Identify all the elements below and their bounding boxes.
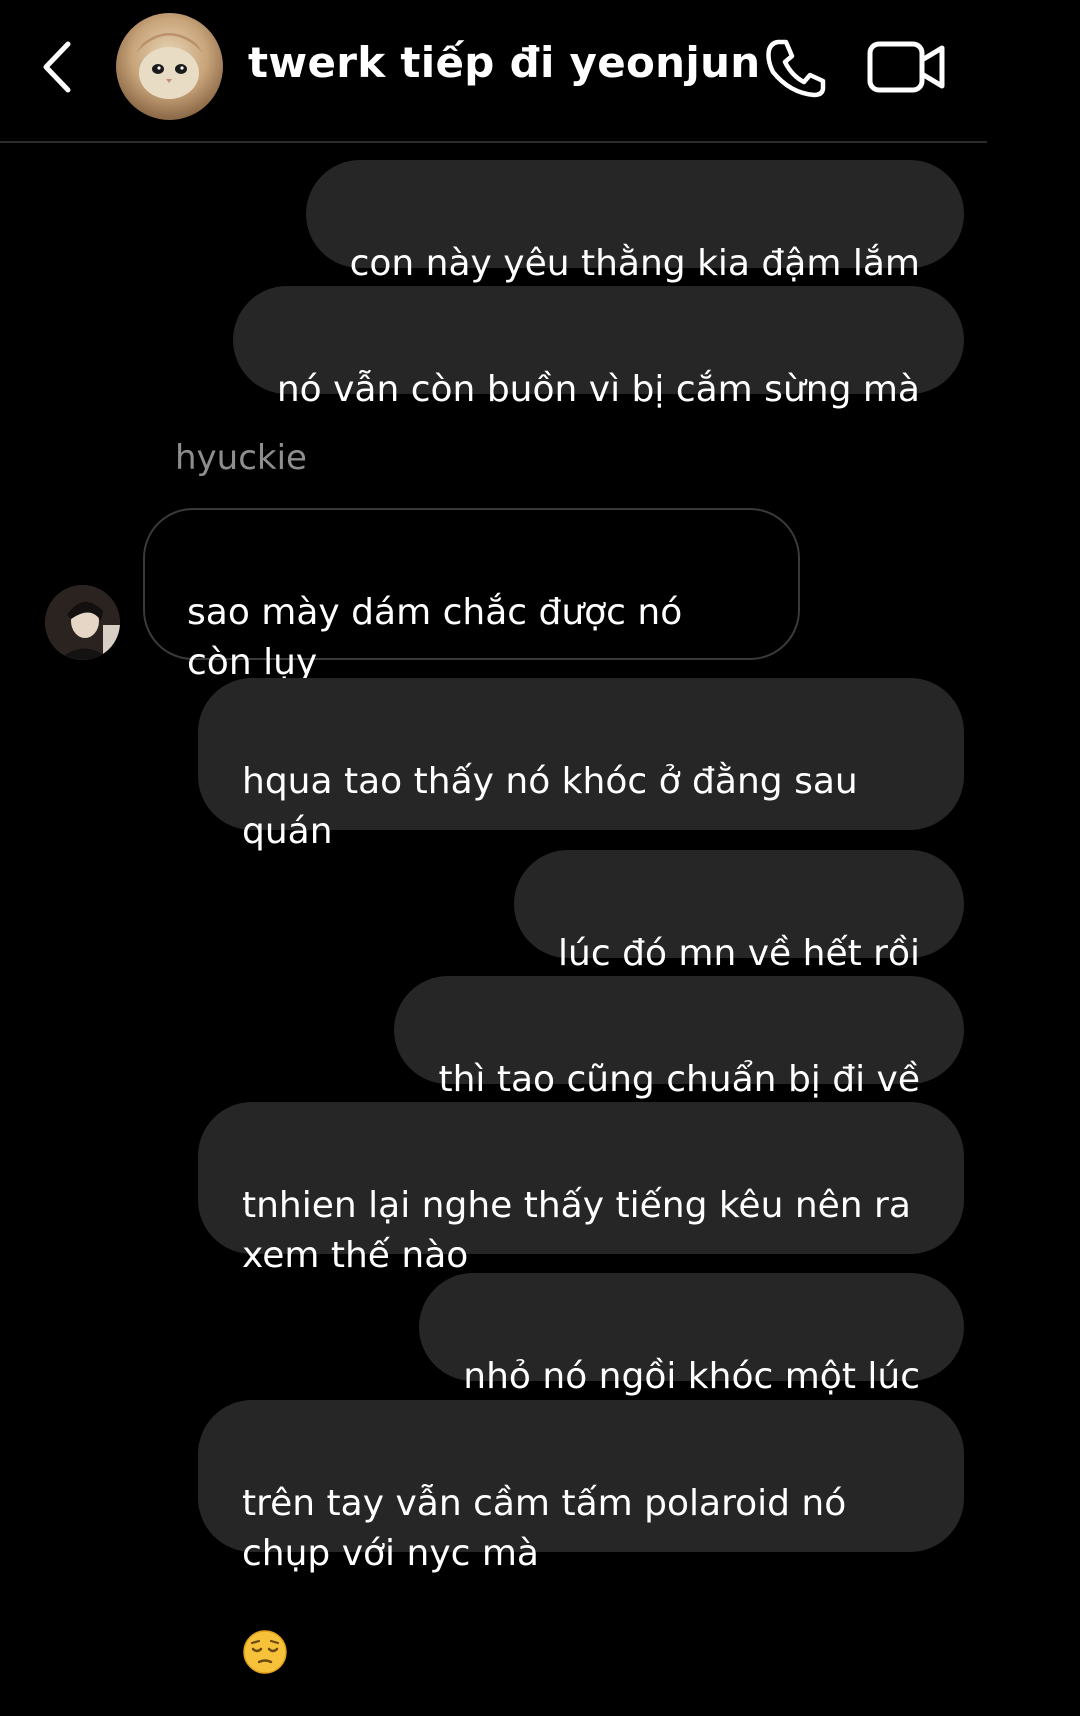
message-text: thì tao cũng chuẩn bị đi về bbox=[438, 1059, 920, 1100]
message-text: tnhien lại nghe thấy tiếng kêu nên ra xe… bbox=[242, 1185, 911, 1276]
phone-icon bbox=[766, 39, 826, 98]
back-button[interactable] bbox=[38, 40, 78, 94]
person-avatar-image bbox=[45, 585, 120, 660]
message-text: nó vẫn còn buồn vì bị cắm sừng mà bbox=[276, 369, 920, 410]
voice-call-button[interactable] bbox=[764, 38, 826, 98]
video-camera-icon bbox=[867, 41, 945, 93]
message-bubble-outgoing[interactable]: tnhien lại nghe thấy tiếng kêu nên ra xe… bbox=[198, 1102, 964, 1276]
message-bubble-outgoing[interactable]: con này yêu thằng kia đậm lắm bbox=[305, 160, 964, 284]
sender-name: hyuckie bbox=[175, 438, 307, 478]
chevron-left-icon bbox=[43, 41, 71, 93]
message-text: nhỏ nó ngồi khóc một lúc bbox=[463, 1356, 920, 1397]
cat-avatar-image bbox=[136, 33, 203, 99]
chat-header: twerk tiếp đi yeonjun bbox=[0, 0, 987, 143]
chat-title[interactable]: twerk tiếp đi yeonjun bbox=[248, 38, 760, 87]
message-text: con này yêu thằng kia đậm lắm bbox=[349, 243, 920, 284]
message-bubble-outgoing[interactable]: nhỏ nó ngồi khóc một lúc bbox=[419, 1273, 964, 1397]
pensive-face-emoji-icon bbox=[242, 1579, 288, 1674]
video-call-button[interactable] bbox=[866, 40, 946, 94]
message-bubble-outgoing[interactable]: nó vẫn còn buồn vì bị cắm sừng mà bbox=[232, 286, 964, 410]
chat-avatar[interactable] bbox=[116, 13, 223, 120]
sender-avatar[interactable] bbox=[45, 585, 120, 660]
message-bubble-outgoing[interactable]: lúc đó mn về hết rồi bbox=[514, 850, 964, 974]
message-bubble-outgoing[interactable]: thì tao cũng chuẩn bị đi về bbox=[394, 976, 964, 1100]
message-bubble-outgoing[interactable]: hqua tao thấy nó khóc ở đằng sau quán bbox=[198, 678, 964, 852]
message-text: lúc đó mn về hết rồi bbox=[558, 933, 920, 974]
message-text: trên tay vẫn cầm tấm polaroid nó chụp vớ… bbox=[242, 1483, 847, 1574]
message-bubble-outgoing[interactable]: trên tay vẫn cầm tấm polaroid nó chụp vớ… bbox=[198, 1400, 964, 1674]
message-bubble-incoming[interactable]: sao mày dám chắc được nó còn lụy bbox=[143, 508, 800, 683]
message-text: hqua tao thấy nó khóc ở đằng sau quán bbox=[242, 761, 858, 852]
message-text: sao mày dám chắc được nó còn lụy bbox=[187, 592, 683, 683]
